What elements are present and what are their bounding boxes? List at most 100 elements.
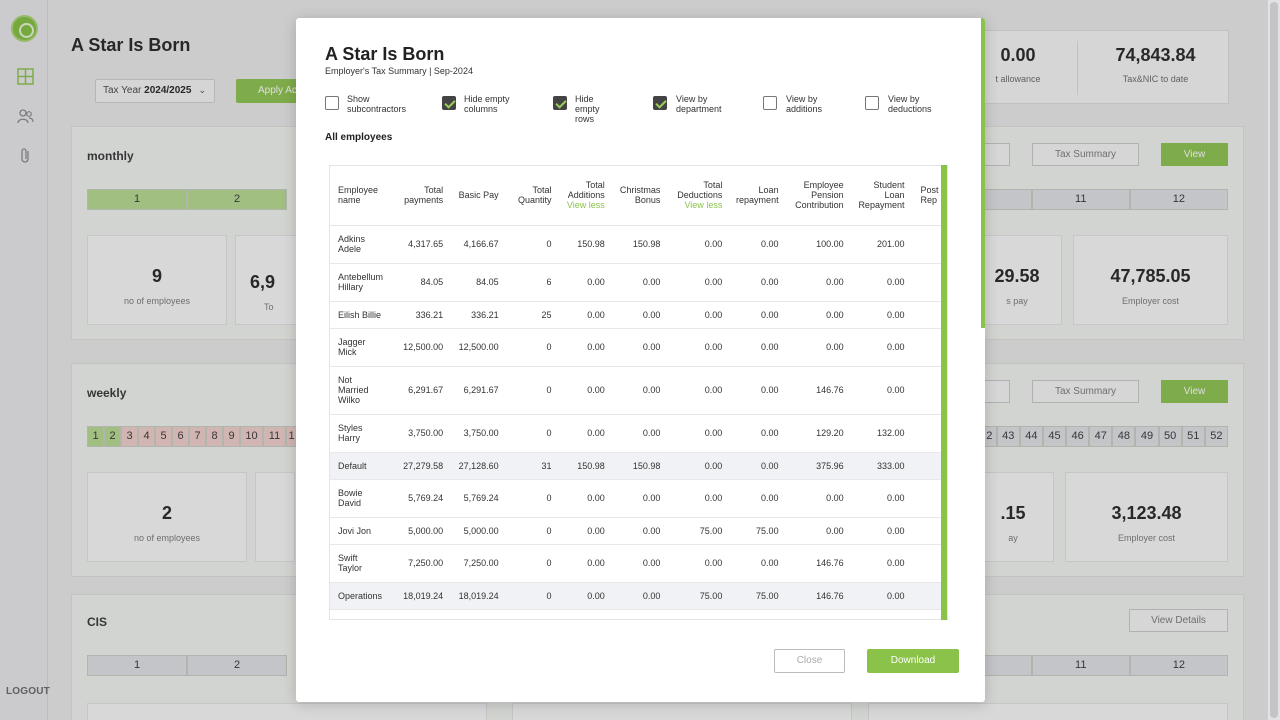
- table-cell: 0.00: [557, 263, 611, 302]
- table-cell: 18,019.24: [395, 582, 450, 610]
- table-cell: 0.00: [610, 582, 667, 610]
- close-button[interactable]: Close: [774, 649, 845, 673]
- cell-employee-name: Default: [330, 452, 396, 480]
- table-summary-row: Operations 18,019.24 18,019.24 0 0.00 0.00 75.…: [330, 582, 947, 610]
- option-view-by-department[interactable]: View by department: [653, 94, 736, 114]
- table-cell: 4,317.65: [395, 225, 450, 264]
- table-cell: 150.98: [610, 452, 667, 480]
- option-view-by-additions[interactable]: View by additions: [763, 94, 834, 114]
- table-cell: 150.98: [557, 225, 611, 264]
- view-less-link[interactable]: View less: [672, 200, 722, 210]
- option-label: View by additions: [786, 94, 823, 114]
- group-label: All employees: [325, 132, 393, 143]
- checkbox[interactable]: [653, 96, 667, 110]
- table-row: Not Married Wilko 6,291.67 6,291.67 0 0.00 0.…: [330, 366, 947, 415]
- table-cell: 84.05: [449, 263, 505, 302]
- table-cell: 0.00: [557, 479, 611, 518]
- table-cell: 5,769.24: [395, 479, 450, 518]
- option-hide-empty-columns[interactable]: Hide empty columns: [442, 94, 520, 114]
- option-hide-empty-rows[interactable]: Hide empty rows: [553, 94, 609, 124]
- table-cell: 0: [504, 582, 558, 610]
- table-cell: 333.00: [849, 452, 911, 480]
- option-view-by-deductions[interactable]: View by deductions: [865, 94, 940, 114]
- tax-summary-modal: A Star Is Born Employer's Tax Summary | …: [296, 18, 985, 702]
- table-cell: 0.00: [666, 328, 729, 367]
- cell-employee-name: Antebellum Hillary: [330, 263, 396, 302]
- tax-summary-table-container[interactable]: Employee name Total payments Basic Pay T…: [329, 165, 948, 620]
- table-cell: 0: [504, 544, 558, 583]
- download-button[interactable]: Download: [867, 649, 959, 673]
- table-cell: 0.00: [610, 479, 667, 518]
- table-cell: 5,769.24: [449, 479, 505, 518]
- checkbox[interactable]: [553, 96, 567, 110]
- cell-employee-name: Adkins Adele: [330, 225, 396, 264]
- table-cell: 0.00: [784, 263, 850, 302]
- table-cell: 0.00: [666, 301, 729, 329]
- table-cell: 31: [504, 452, 558, 480]
- col-total-quantity: Total Quantity: [504, 166, 558, 226]
- modal-scrollbar[interactable]: [981, 18, 985, 328]
- modal-subtitle: Employer's Tax Summary | Sep-2024: [325, 66, 473, 76]
- table-cell: 0.00: [557, 328, 611, 367]
- table-cell: 146.76: [784, 582, 850, 610]
- table-cell: 0.00: [849, 479, 911, 518]
- cell-employee-name: Swift Taylor: [330, 544, 396, 583]
- cell-employee-name: Bowie David: [330, 479, 396, 518]
- table-row: Bowie David 5,769.24 5,769.24 0 0.00 0.00 0.00…: [330, 479, 947, 518]
- option-show-subcontractors[interactable]: Show subcontractors: [325, 94, 415, 114]
- option-label: Show subcontractors: [347, 94, 407, 114]
- table-cell: 0.00: [849, 328, 911, 367]
- table-cell: 0.00: [610, 263, 667, 302]
- checkbox[interactable]: [865, 96, 879, 110]
- table-cell: 0: [504, 225, 558, 264]
- cell-employee-name: Operations: [330, 582, 396, 610]
- table-cell: 12,500.00: [395, 328, 450, 367]
- table-cell: 0.00: [557, 517, 611, 545]
- col-loan-repayment: Loan repayment: [728, 166, 785, 226]
- table-cell: 6,291.67: [395, 366, 450, 415]
- view-less-link[interactable]: View less: [564, 200, 605, 210]
- table-cell: 25: [504, 301, 558, 329]
- col-basic-pay: Basic Pay: [449, 166, 505, 226]
- table-row: Jovi Jon 5,000.00 5,000.00 0 0.00 0.00 75.00 75…: [330, 517, 947, 545]
- table-summary-row: Default 27,279.58 27,128.60 31 150.98 150.98 0…: [330, 452, 947, 480]
- table-cell: 0.00: [557, 582, 611, 610]
- table-cell: 336.21: [395, 301, 450, 329]
- table-cell: 0.00: [784, 328, 850, 367]
- option-label: Hide empty rows: [575, 94, 600, 124]
- table-cell: 0.00: [784, 517, 850, 545]
- table-cell: 336.21: [449, 301, 505, 329]
- checkbox[interactable]: [325, 96, 339, 110]
- table-cell: 0.00: [610, 517, 667, 545]
- table-header-row: Employee name Total payments Basic Pay T…: [330, 166, 947, 226]
- table-cell: 0.00: [849, 263, 911, 302]
- table-cell: 0.00: [666, 479, 729, 518]
- table-cell: 0: [504, 328, 558, 367]
- table-cell: 4,166.67: [449, 225, 505, 264]
- cell-employee-name: Not Married Wilko: [330, 366, 396, 415]
- cell-employee-name: Jovi Jon: [330, 517, 396, 545]
- table-cell: 0.00: [728, 328, 785, 367]
- page-scrollbar-thumb[interactable]: [1270, 2, 1278, 718]
- table-cell: 100.00: [784, 225, 850, 264]
- table-cell: 0: [504, 517, 558, 545]
- table-cell: 0: [504, 479, 558, 518]
- table-cell: 0.00: [784, 479, 850, 518]
- table-cell: 5,000.00: [395, 517, 450, 545]
- table-cell: 7,250.00: [395, 544, 450, 583]
- table-cell: 0.00: [557, 414, 611, 453]
- table-cell: 0.00: [610, 366, 667, 415]
- checkbox[interactable]: [763, 96, 777, 110]
- table-cell: 0.00: [666, 452, 729, 480]
- table-cell: 375.96: [784, 452, 850, 480]
- table-cell: 5,000.00: [449, 517, 505, 545]
- table-cell: 0.00: [666, 225, 729, 264]
- cell-employee-name: Jagger Mick: [330, 328, 396, 367]
- cell-employee-name: Eilish Billie: [330, 301, 396, 329]
- table-cell: 0.00: [666, 414, 729, 453]
- table-cell: 0.00: [849, 301, 911, 329]
- table-scrollbar[interactable]: [941, 165, 947, 620]
- cell-employee-name: Styles Harry: [330, 414, 396, 453]
- table-cell: 150.98: [557, 452, 611, 480]
- checkbox[interactable]: [442, 96, 456, 110]
